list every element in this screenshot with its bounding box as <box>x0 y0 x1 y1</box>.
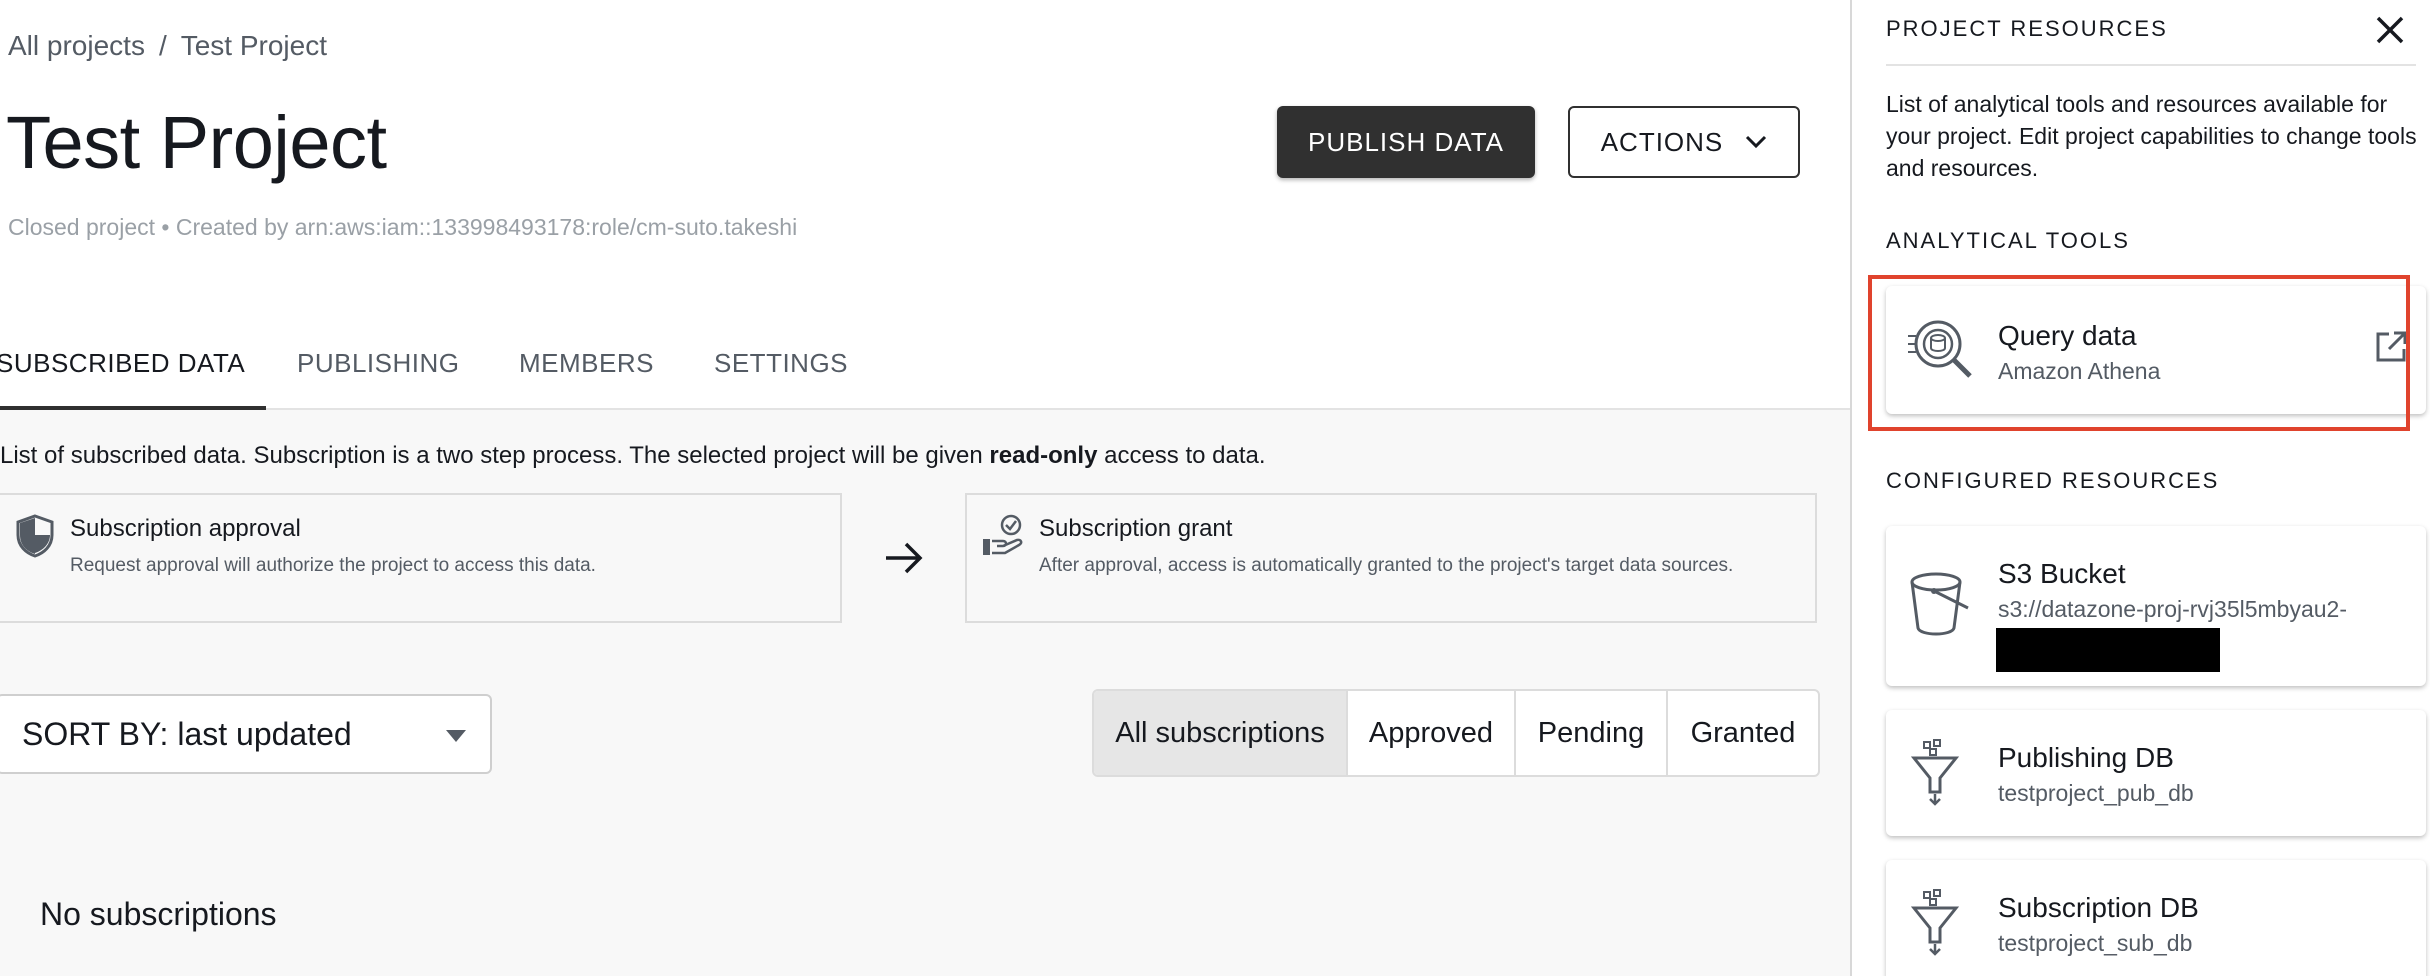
subscription-description: List of subscribed data. Subscription is… <box>0 442 1266 469</box>
grant-text: After approval, access is automatically … <box>1039 555 1734 576</box>
s3-bucket-card[interactable]: S3 Bucket s3://datazone-proj-rvj35l5mbya… <box>1886 526 2426 686</box>
main-content: All projects / Test Project Test Project… <box>0 0 1850 976</box>
tab-subscribed-data[interactable]: SUBSCRIBED DATA <box>0 336 266 410</box>
filter-pending[interactable]: Pending <box>1516 691 1668 775</box>
panel-description: List of analytical tools and resources a… <box>1886 91 2417 181</box>
actions-button[interactable]: ACTIONS <box>1568 106 1800 178</box>
query-data-title: Query data <box>1998 320 2137 351</box>
subscription-db-card[interactable]: Subscription DB testproject_sub_db <box>1886 860 2426 976</box>
bucket-icon <box>1910 572 1969 636</box>
close-icon[interactable] <box>2372 12 2408 48</box>
publishing-db-card[interactable]: Publishing DB testproject_pub_db <box>1886 710 2426 836</box>
breadcrumb: All projects / Test Project <box>8 30 327 62</box>
query-data-icon <box>1908 320 1972 378</box>
s3-bucket-path: s3://datazone-proj-rvj35l5mbyau2- <box>1998 596 2348 622</box>
external-link-icon[interactable] <box>2374 330 2408 364</box>
panel-divider <box>1886 64 2416 66</box>
shield-icon <box>16 514 54 558</box>
tab-publishing[interactable]: PUBLISHING <box>297 336 460 410</box>
funnel-icon <box>1910 739 1960 806</box>
query-data-card[interactable]: Query data Amazon Athena <box>1886 286 2426 414</box>
sort-by-select[interactable]: SORT BY: last updated <box>0 694 492 774</box>
filter-approved[interactable]: Approved <box>1348 691 1516 775</box>
funnel-icon <box>1910 889 1960 956</box>
subscription-grant-card: Subscription grant After approval, acces… <box>965 493 1817 623</box>
grant-title: Subscription grant <box>1039 515 1233 542</box>
page-title: Test Project <box>6 101 387 184</box>
tab-settings[interactable]: SETTINGS <box>714 336 848 410</box>
filter-all-subscriptions[interactable]: All subscriptions <box>1094 691 1348 775</box>
subscription-db-title: Subscription DB <box>1998 892 2199 923</box>
hand-check-icon <box>983 514 1023 555</box>
s3-bucket-title: S3 Bucket <box>1998 558 2126 589</box>
breadcrumb-current: Test Project <box>180 30 327 61</box>
configured-resources-heading: CONFIGURED RESOURCES <box>1886 468 2220 493</box>
publishing-db-title: Publishing DB <box>1998 742 2174 773</box>
analytical-tools-heading: ANALYTICAL TOOLS <box>1886 228 2130 253</box>
query-data-subtitle: Amazon Athena <box>1998 358 2161 384</box>
redacted-block <box>1996 628 2220 672</box>
breadcrumb-separator: / <box>158 30 167 61</box>
panel-title: PROJECT RESOURCES <box>1886 16 2168 41</box>
publishing-db-name: testproject_pub_db <box>1998 780 2194 806</box>
arrow-right-icon <box>886 542 923 574</box>
empty-state-text: No subscriptions <box>40 896 277 932</box>
tab-members[interactable]: MEMBERS <box>519 336 654 410</box>
project-resources-panel: PROJECT RESOURCES List of analytical too… <box>1850 0 2430 976</box>
publish-data-button[interactable]: PUBLISH DATA <box>1277 106 1535 178</box>
publish-data-label: PUBLISH DATA <box>1308 126 1504 157</box>
subscription-db-name: testproject_sub_db <box>1998 930 2193 956</box>
project-meta: Closed project • Created by arn:aws:iam:… <box>8 214 798 240</box>
approval-text: Request approval will authorize the proj… <box>70 555 596 576</box>
chevron-down-icon <box>1746 135 1767 149</box>
approval-title: Subscription approval <box>70 515 301 542</box>
project-tabs: SUBSCRIBED DATA PUBLISHING MEMBERS SETTI… <box>0 336 1850 410</box>
subscription-filter-group: All subscriptions Approved Pending Grant… <box>1092 689 1820 777</box>
sort-by-value: SORT BY: last updated <box>22 715 352 752</box>
actions-label: ACTIONS <box>1600 126 1724 157</box>
subscription-approval-card: Subscription approval Request approval w… <box>0 493 842 623</box>
breadcrumb-all-projects[interactable]: All projects <box>8 30 145 62</box>
caret-down-icon <box>446 730 466 742</box>
filter-granted[interactable]: Granted <box>1668 691 1818 775</box>
